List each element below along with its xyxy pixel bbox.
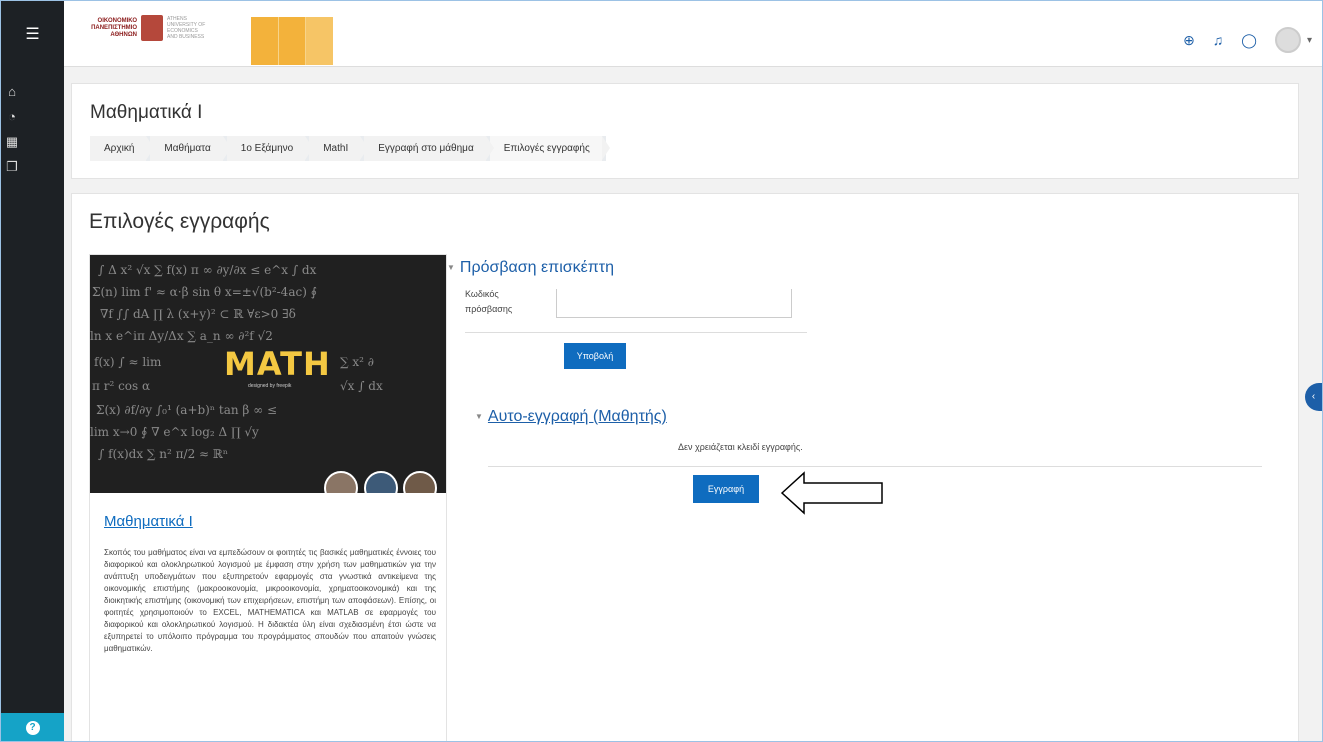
breadcrumb-item[interactable]: Αρχική	[90, 136, 155, 161]
aueb-logo[interactable]: ΟΙΚΟΝΟΜΙΚΟ ΠΑΝΕΠΙΣΤΗΜΙΟ ΑΘΗΝΩΝ ATHENS UN…	[77, 15, 207, 41]
page-title: Επιλογές εγγραφής	[89, 210, 270, 233]
teacher-avatar[interactable]	[403, 471, 437, 493]
user-avatar[interactable]	[1274, 27, 1301, 53]
no-key-message: Δεν χρειάζεται κλειδί εγγραφής.	[678, 442, 803, 452]
notifications-bell-icon[interactable]: ♫	[1213, 32, 1224, 48]
main-content: Επιλογές εγγραφής ∫ Δ x² √x ∑ f(x) π ∞ ∂…	[71, 193, 1299, 741]
help-icon: ?	[25, 721, 40, 735]
course-summary-box: ∫ Δ x² √x ∑ f(x) π ∞ ∂y/∂x ≤ e^x ∫ dx Σ(…	[89, 254, 447, 741]
messages-chat-icon[interactable]: ◯	[1241, 32, 1257, 49]
breadcrumb-item[interactable]: Εγγραφή στο μάθημα	[364, 136, 494, 161]
top-navbar: ☰ ΟΙΚΟΝΟΜΙΚΟ ΠΑΝΕΠΙΣΤΗΜΙΟ ΑΘΗΝΩΝ ATHENS …	[1, 1, 1322, 67]
dashboard-icon[interactable]: ◔	[2, 106, 22, 128]
breadcrumb-item[interactable]: Μαθήματα	[150, 136, 232, 161]
hamburger-menu-icon[interactable]: ☰	[1, 1, 64, 67]
files-icon[interactable]: ❐	[2, 156, 22, 178]
password-label: Κωδικός πρόσβασης	[465, 289, 513, 314]
guest-access-heading[interactable]: ▼ Πρόσβαση επισκέπτη	[447, 259, 614, 277]
divider	[465, 332, 807, 333]
course-description: Σκοπός του μαθήματος είναι να εμπεδώσουν…	[104, 548, 436, 653]
calendar-icon[interactable]: ▦	[2, 131, 22, 153]
breadcrumb-item-current: Επιλογές εγγραφής	[489, 136, 610, 161]
teacher-avatar[interactable]	[324, 471, 358, 493]
page-header: Μαθηματικά Ι Αρχική Μαθήματα 1ο Εξάμηνο …	[71, 83, 1299, 179]
collapse-triangle-icon: ▼	[447, 263, 455, 273]
teacher-avatar[interactable]	[364, 471, 398, 493]
collapse-triangle-icon: ▼	[475, 412, 483, 422]
annotation-arrow-icon	[780, 471, 883, 515]
course-title: Μαθηματικά Ι	[90, 102, 203, 123]
submit-button[interactable]: Υποβολή	[564, 343, 626, 369]
user-menu-caret-icon[interactable]: ▾	[1307, 35, 1312, 46]
funding-logo	[251, 17, 334, 65]
course-image: ∫ Δ x² √x ∑ f(x) π ∞ ∂y/∂x ≤ e^x ∫ dx Σ(…	[90, 255, 446, 493]
guest-password-input[interactable]	[556, 289, 792, 318]
home-icon[interactable]: ⌂	[2, 81, 22, 103]
breadcrumb-item[interactable]: 1ο Εξάμηνο	[226, 136, 314, 161]
breadcrumb-item[interactable]: MathI	[309, 136, 369, 161]
left-nav-drawer: ⌂ ◔ ▦ ❐ ?	[1, 67, 64, 741]
browser-frame: ☰ ΟΙΚΟΝΟΜΙΚΟ ΠΑΝΕΠΙΣΤΗΜΙΟ ΑΘΗΝΩΝ ATHENS …	[0, 0, 1323, 742]
course-name-link[interactable]: Μαθηματικά Ι	[104, 513, 193, 530]
help-button[interactable]: ?	[1, 713, 64, 741]
divider	[488, 466, 1262, 467]
enrol-me-button[interactable]: Εγγραφή	[693, 475, 759, 503]
course-image-title: MATH	[224, 345, 331, 383]
language-globe-icon[interactable]: ⊕	[1183, 32, 1195, 49]
self-enrolment-heading[interactable]: ▼ Αυτο-εγγραφή (Μαθητής)	[475, 408, 667, 426]
image-credit: designed by freepik	[248, 383, 292, 389]
breadcrumb: Αρχική Μαθήματα 1ο Εξάμηνο MathI Εγγραφή…	[90, 136, 610, 161]
university-seal-icon	[141, 15, 163, 41]
right-drawer-toggle-icon[interactable]: ‹	[1305, 383, 1322, 411]
logo-greek-text: ΟΙΚΟΝΟΜΙΚΟ ΠΑΝΕΠΙΣΤΗΜΙΟ ΑΘΗΝΩΝ	[91, 17, 137, 38]
logo-english-text: ATHENS UNIVERSITY OF ECONOMICS AND BUSIN…	[167, 16, 206, 40]
